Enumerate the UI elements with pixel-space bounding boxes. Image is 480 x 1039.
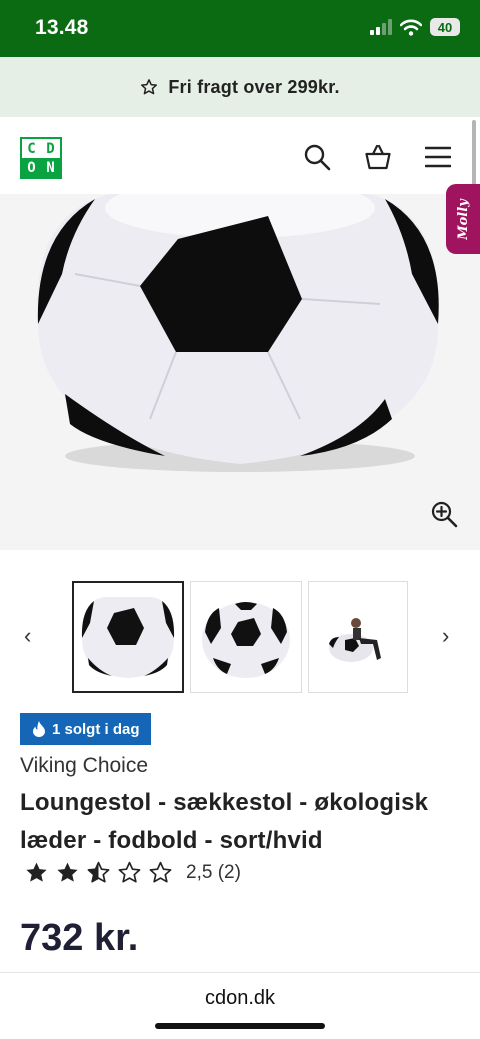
search-icon[interactable] xyxy=(303,143,331,171)
football-beanbag-thumbnail xyxy=(202,602,290,678)
star-half-icon xyxy=(87,861,110,883)
price: 732 kr. xyxy=(20,917,139,959)
menu-icon[interactable] xyxy=(425,146,451,168)
flame-icon xyxy=(33,721,45,737)
product-title: Loungestol - sækkestol - økologisk læder… xyxy=(20,789,429,854)
status-icons: 40 xyxy=(370,18,460,36)
status-bar: 13.48 40 xyxy=(0,0,480,57)
logo-letter: C xyxy=(27,140,36,157)
logo-letter: D xyxy=(46,140,55,157)
chat-assistant-label: Molly xyxy=(455,198,471,240)
star-filled-icon xyxy=(26,862,47,882)
site-header: C D O N xyxy=(0,117,480,194)
battery-indicator: 40 xyxy=(430,18,460,36)
sold-today-badge: 1 solgt i dag xyxy=(20,713,151,745)
thumbnail-2[interactable] xyxy=(190,581,302,693)
browser-address-bar[interactable]: cdon.dk xyxy=(0,972,480,1039)
brand-link[interactable]: Viking Choice xyxy=(20,754,148,778)
promo-text: Fri fragt over 299kr. xyxy=(168,76,340,97)
thumbnail-carousel: ‹ › xyxy=(0,575,480,700)
zoom-in-icon[interactable] xyxy=(430,500,458,528)
status-time: 13.48 xyxy=(35,16,89,39)
star-outline-icon xyxy=(141,79,158,95)
signal-icon xyxy=(370,19,392,35)
product-main-image[interactable] xyxy=(0,194,480,550)
football-beanbag-image xyxy=(37,194,439,472)
thumbnail-3[interactable] xyxy=(308,581,408,693)
star-filled-icon xyxy=(57,862,78,882)
basket-icon[interactable] xyxy=(364,143,392,171)
chat-assistant-tab[interactable]: Molly xyxy=(446,184,480,254)
logo-letter: N xyxy=(41,158,60,177)
next-arrow-icon[interactable]: › xyxy=(442,623,449,649)
star-outline-icon xyxy=(149,861,172,883)
previous-arrow-icon[interactable]: ‹ xyxy=(24,623,31,649)
star-outline-icon xyxy=(118,861,141,883)
thumbnail-1[interactable] xyxy=(72,581,184,693)
football-beanbag-thumbnail xyxy=(81,597,175,678)
beanbag-with-person-thumbnail xyxy=(329,618,381,662)
sold-today-text: 1 solgt i dag xyxy=(52,720,140,738)
url-text[interactable]: cdon.dk xyxy=(0,987,480,1010)
promo-bar[interactable]: Fri fragt over 299kr. xyxy=(0,57,480,117)
rating[interactable]: 2,5 (2) xyxy=(23,860,241,885)
wifi-icon xyxy=(400,19,422,36)
home-indicator xyxy=(155,1023,325,1029)
rating-text: 2,5 (2) xyxy=(186,861,241,883)
logo-letter: O xyxy=(22,158,41,177)
cdon-logo[interactable]: C D O N xyxy=(20,137,62,179)
